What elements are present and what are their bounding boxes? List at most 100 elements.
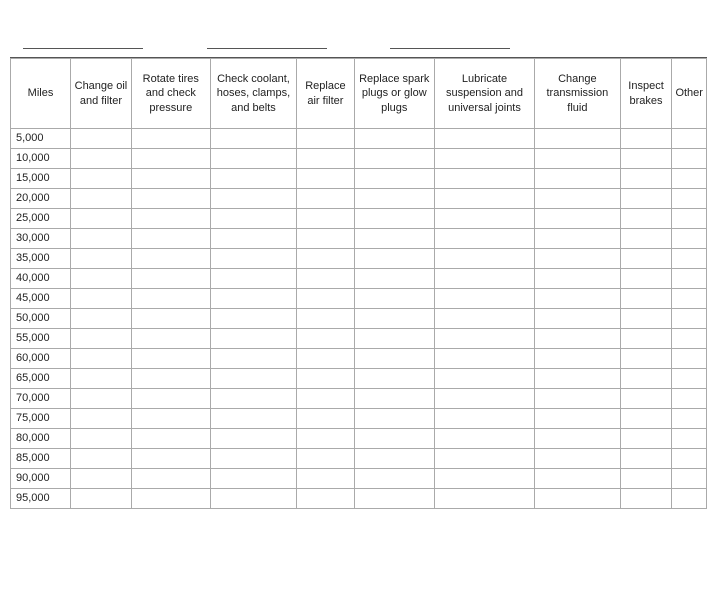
data-cell-other[interactable] bbox=[672, 269, 707, 289]
data-cell-inspect_brakes[interactable] bbox=[620, 469, 672, 489]
data-cell-inspect_brakes[interactable] bbox=[620, 309, 672, 329]
data-cell-inspect_brakes[interactable] bbox=[620, 429, 672, 449]
data-cell-change_oil[interactable] bbox=[71, 289, 132, 309]
data-cell-inspect_brakes[interactable] bbox=[620, 249, 672, 269]
data-cell-rotate_tires[interactable] bbox=[131, 409, 210, 429]
data-cell-replace_spark[interactable] bbox=[354, 409, 434, 429]
data-cell-other[interactable] bbox=[672, 169, 707, 189]
data-cell-check_coolant[interactable] bbox=[210, 369, 296, 389]
data-cell-other[interactable] bbox=[672, 309, 707, 329]
data-cell-change_oil[interactable] bbox=[71, 389, 132, 409]
data-cell-replace_spark[interactable] bbox=[354, 289, 434, 309]
data-cell-rotate_tires[interactable] bbox=[131, 329, 210, 349]
data-cell-other[interactable] bbox=[672, 429, 707, 449]
data-cell-replace_air[interactable] bbox=[297, 469, 354, 489]
data-cell-change_oil[interactable] bbox=[71, 489, 132, 509]
data-cell-replace_spark[interactable] bbox=[354, 389, 434, 409]
data-cell-inspect_brakes[interactable] bbox=[620, 129, 672, 149]
data-cell-other[interactable] bbox=[672, 249, 707, 269]
data-cell-change_oil[interactable] bbox=[71, 149, 132, 169]
data-cell-replace_air[interactable] bbox=[297, 269, 354, 289]
data-cell-replace_spark[interactable] bbox=[354, 309, 434, 329]
data-cell-change_oil[interactable] bbox=[71, 409, 132, 429]
data-cell-lubricate[interactable] bbox=[434, 489, 534, 509]
data-cell-change_trans[interactable] bbox=[535, 249, 621, 269]
data-cell-change_oil[interactable] bbox=[71, 269, 132, 289]
data-cell-inspect_brakes[interactable] bbox=[620, 389, 672, 409]
data-cell-other[interactable] bbox=[672, 229, 707, 249]
data-cell-replace_air[interactable] bbox=[297, 129, 354, 149]
data-cell-replace_air[interactable] bbox=[297, 249, 354, 269]
data-cell-check_coolant[interactable] bbox=[210, 289, 296, 309]
data-cell-replace_air[interactable] bbox=[297, 389, 354, 409]
data-cell-change_oil[interactable] bbox=[71, 329, 132, 349]
data-cell-rotate_tires[interactable] bbox=[131, 309, 210, 329]
data-cell-inspect_brakes[interactable] bbox=[620, 349, 672, 369]
data-cell-check_coolant[interactable] bbox=[210, 129, 296, 149]
data-cell-replace_spark[interactable] bbox=[354, 429, 434, 449]
data-cell-inspect_brakes[interactable] bbox=[620, 149, 672, 169]
data-cell-lubricate[interactable] bbox=[434, 229, 534, 249]
data-cell-inspect_brakes[interactable] bbox=[620, 409, 672, 429]
data-cell-inspect_brakes[interactable] bbox=[620, 329, 672, 349]
data-cell-rotate_tires[interactable] bbox=[131, 369, 210, 389]
data-cell-rotate_tires[interactable] bbox=[131, 129, 210, 149]
data-cell-replace_spark[interactable] bbox=[354, 369, 434, 389]
data-cell-check_coolant[interactable] bbox=[210, 429, 296, 449]
data-cell-change_oil[interactable] bbox=[71, 229, 132, 249]
data-cell-replace_air[interactable] bbox=[297, 209, 354, 229]
data-cell-replace_spark[interactable] bbox=[354, 269, 434, 289]
data-cell-replace_air[interactable] bbox=[297, 449, 354, 469]
data-cell-change_oil[interactable] bbox=[71, 249, 132, 269]
data-cell-replace_air[interactable] bbox=[297, 489, 354, 509]
data-cell-change_oil[interactable] bbox=[71, 129, 132, 149]
data-cell-rotate_tires[interactable] bbox=[131, 349, 210, 369]
data-cell-other[interactable] bbox=[672, 289, 707, 309]
data-cell-change_trans[interactable] bbox=[535, 469, 621, 489]
data-cell-lubricate[interactable] bbox=[434, 409, 534, 429]
data-cell-replace_spark[interactable] bbox=[354, 249, 434, 269]
data-cell-other[interactable] bbox=[672, 349, 707, 369]
data-cell-replace_spark[interactable] bbox=[354, 469, 434, 489]
data-cell-check_coolant[interactable] bbox=[210, 449, 296, 469]
data-cell-lubricate[interactable] bbox=[434, 169, 534, 189]
data-cell-replace_spark[interactable] bbox=[354, 129, 434, 149]
data-cell-lubricate[interactable] bbox=[434, 269, 534, 289]
data-cell-inspect_brakes[interactable] bbox=[620, 269, 672, 289]
data-cell-lubricate[interactable] bbox=[434, 129, 534, 149]
data-cell-replace_air[interactable] bbox=[297, 189, 354, 209]
data-cell-change_oil[interactable] bbox=[71, 429, 132, 449]
data-cell-rotate_tires[interactable] bbox=[131, 429, 210, 449]
data-cell-change_trans[interactable] bbox=[535, 389, 621, 409]
data-cell-rotate_tires[interactable] bbox=[131, 149, 210, 169]
data-cell-other[interactable] bbox=[672, 129, 707, 149]
data-cell-check_coolant[interactable] bbox=[210, 269, 296, 289]
data-cell-rotate_tires[interactable] bbox=[131, 229, 210, 249]
data-cell-replace_spark[interactable] bbox=[354, 349, 434, 369]
data-cell-lubricate[interactable] bbox=[434, 349, 534, 369]
data-cell-change_trans[interactable] bbox=[535, 429, 621, 449]
data-cell-change_trans[interactable] bbox=[535, 209, 621, 229]
data-cell-replace_air[interactable] bbox=[297, 169, 354, 189]
data-cell-replace_spark[interactable] bbox=[354, 229, 434, 249]
data-cell-change_trans[interactable] bbox=[535, 229, 621, 249]
data-cell-inspect_brakes[interactable] bbox=[620, 169, 672, 189]
data-cell-change_trans[interactable] bbox=[535, 289, 621, 309]
data-cell-other[interactable] bbox=[672, 149, 707, 169]
data-cell-check_coolant[interactable] bbox=[210, 489, 296, 509]
data-cell-replace_air[interactable] bbox=[297, 329, 354, 349]
data-cell-rotate_tires[interactable] bbox=[131, 389, 210, 409]
data-cell-check_coolant[interactable] bbox=[210, 169, 296, 189]
data-cell-check_coolant[interactable] bbox=[210, 329, 296, 349]
data-cell-other[interactable] bbox=[672, 489, 707, 509]
data-cell-replace_spark[interactable] bbox=[354, 489, 434, 509]
data-cell-rotate_tires[interactable] bbox=[131, 209, 210, 229]
data-cell-replace_spark[interactable] bbox=[354, 149, 434, 169]
data-cell-change_trans[interactable] bbox=[535, 309, 621, 329]
data-cell-inspect_brakes[interactable] bbox=[620, 489, 672, 509]
data-cell-rotate_tires[interactable] bbox=[131, 269, 210, 289]
data-cell-inspect_brakes[interactable] bbox=[620, 229, 672, 249]
data-cell-change_trans[interactable] bbox=[535, 489, 621, 509]
data-cell-rotate_tires[interactable] bbox=[131, 489, 210, 509]
data-cell-change_trans[interactable] bbox=[535, 169, 621, 189]
